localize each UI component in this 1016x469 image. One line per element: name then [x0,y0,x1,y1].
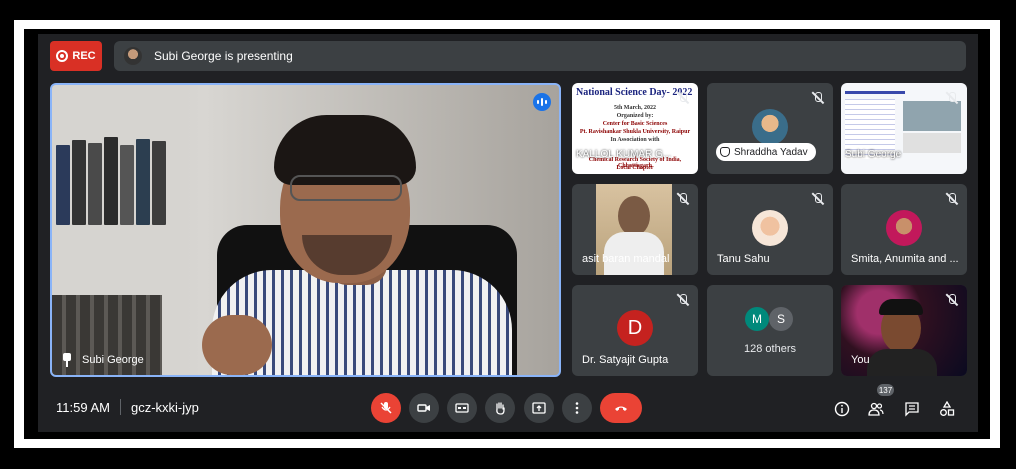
shapes-icon [940,401,955,416]
others-tile[interactable]: M S 128 others [707,285,833,376]
meeting-info: 11:59 AM gcz-kxki-jyp [56,399,199,415]
others-count: 128 others [744,343,796,355]
group-avatar: M [745,307,769,331]
people-icon [868,402,884,416]
microphone-toggle-button[interactable] [371,393,401,423]
leave-call-button[interactable] [600,393,642,423]
record-icon [56,50,69,62]
avatar [752,109,788,145]
avatar [752,210,788,246]
presenting-banner: Subi George is presenting [114,41,966,71]
hang-up-icon [615,406,627,411]
mic-muted-icon [676,192,690,206]
participant-tile-satyajit[interactable]: D Dr. Satyajit Gupta [572,285,698,376]
slide-title: National Science Day- 2022 [576,87,693,98]
mic-muted-icon [676,91,690,105]
present-screen-button[interactable] [524,393,554,423]
participant-name: Subi George [845,149,902,160]
eyeglasses [290,175,402,201]
participants-button[interactable] [866,399,886,419]
main-speaker-label: Subi George [62,353,144,367]
recording-indicator[interactable]: REC [50,41,102,71]
initial-avatar: D [617,310,653,346]
participants-count-badge: 137 [877,384,894,396]
captions-button[interactable] [447,393,477,423]
meeting-code[interactable]: gcz-kxki-jyp [131,400,199,415]
main-speaker-name: Subi George [82,354,144,366]
mic-muted-icon [945,293,959,307]
presenting-text: Subi George is presenting [154,49,293,63]
mic-muted-icon [811,91,825,105]
mic-muted-icon [945,192,959,206]
pin-icon[interactable] [62,353,72,367]
participant-tile-kallol[interactable]: National Science Day- 2022 5th March, 20… [572,83,698,174]
group-avatar: S [769,307,793,331]
mic-muted-icon [676,293,690,307]
bookshelf [52,85,182,375]
outer-frame: REC Subi George is presenting Subi Georg… [0,0,1016,469]
clock-time: 11:59 AM [56,399,110,415]
mic-muted-icon [811,192,825,206]
meet-window: REC Subi George is presenting Subi Georg… [38,34,978,432]
recording-label: REC [72,50,96,62]
participant-tile-smita[interactable]: Smita, Anumita and ... [841,184,967,275]
presenter-avatar [124,47,142,65]
participant-name: Dr. Satyajit Gupta [582,354,669,366]
present-screen-icon [532,402,546,414]
participant-name: Smita, Anumita and ... [851,253,959,265]
activities-button[interactable] [937,399,957,419]
video-camera-icon [417,404,430,412]
participant-name: asit baran mandal [582,253,670,265]
participant-name: KALLOL KUMAR G... [576,149,672,160]
camera-toggle-button[interactable] [409,393,439,423]
participant-tile-asit[interactable]: asit baran mandal [572,184,698,275]
participant-tile-shraddha[interactable]: Shraddha Yadav [707,83,833,174]
participant-tile-tanu[interactable]: Tanu Sahu [707,184,833,275]
raised-hand-chip: Shraddha Yadav [716,143,816,161]
participant-name: Shraddha Yadav [734,146,808,158]
participant-tile-you[interactable]: You [841,285,967,376]
more-vertical-icon [575,402,579,414]
raise-hand-button[interactable] [485,393,515,423]
more-options-button[interactable] [562,393,592,423]
gesturing-hand [202,315,272,375]
meeting-details-button[interactable] [832,399,852,419]
mic-muted-icon [945,91,959,105]
raised-hand-icon [720,147,730,157]
divider [119,399,121,415]
main-speaker-tile[interactable]: Subi George [50,83,561,377]
chat-icon [905,402,919,417]
mic-off-icon [380,402,392,414]
closed-captions-icon [455,403,469,413]
speaking-indicator-icon [533,93,551,111]
participant-tile-subi[interactable]: Subi George [841,83,967,174]
avatar [886,210,922,246]
hand-icon [496,402,505,415]
info-icon [834,401,850,417]
participant-name: Tanu Sahu [717,253,770,265]
participant-name: You [851,354,870,366]
bottom-control-bar: 11:59 AM gcz-kxki-jyp 137 [38,384,978,430]
chat-button[interactable] [902,399,922,419]
